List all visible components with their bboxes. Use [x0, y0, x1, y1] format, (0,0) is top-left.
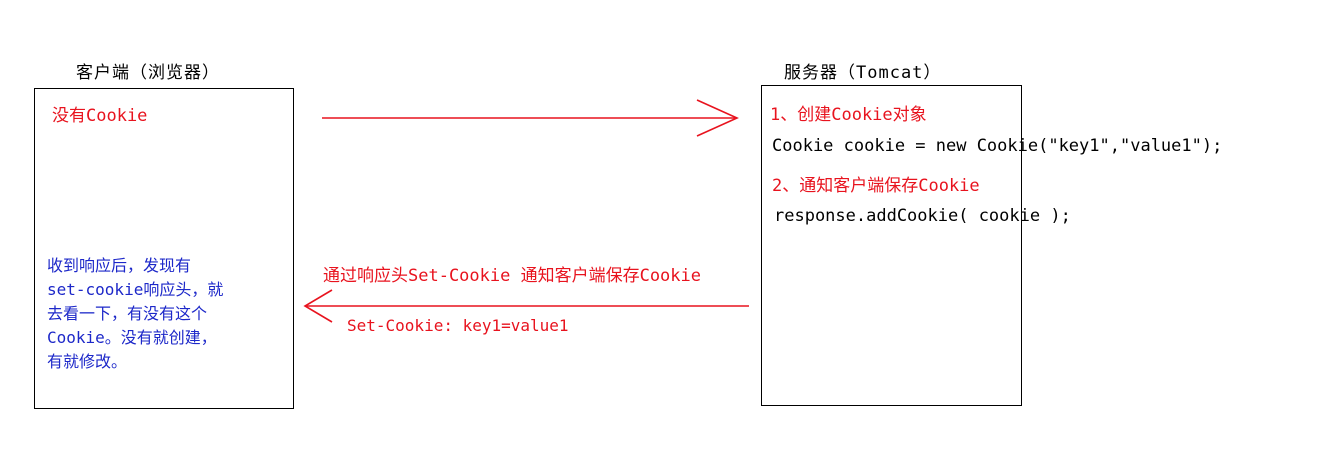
arrows-layer [303, 99, 749, 323]
request-arrow [322, 99, 739, 137]
set-cookie-header-text: Set-Cookie: key1=value1 [347, 316, 569, 335]
response-label: 通过响应头Set-Cookie 通知客户端保存Cookie [323, 266, 701, 286]
